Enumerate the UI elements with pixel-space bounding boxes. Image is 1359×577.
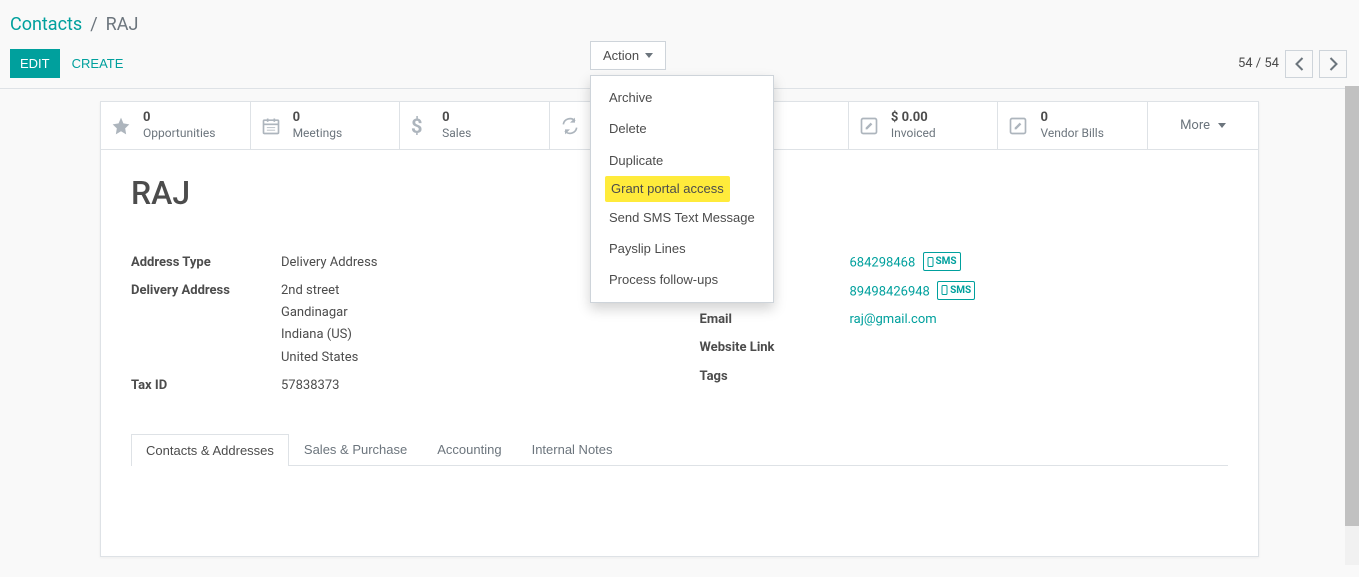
label-website: Website Link xyxy=(700,337,850,359)
label-email: Email xyxy=(700,309,850,331)
edit-button[interactable]: EDIT xyxy=(10,49,60,78)
value-address-type: Delivery Address xyxy=(281,252,378,274)
stat-opportunities-label: Opportunities xyxy=(143,126,215,140)
stat-sales[interactable]: $ 0Sales xyxy=(399,102,549,149)
stat-meetings[interactable]: 0Meetings xyxy=(250,102,400,149)
stat-opportunities-value: 0 xyxy=(143,110,150,125)
toolbar: EDIT CREATE Action Archive Delete Duplic… xyxy=(0,41,1359,89)
pencil-square-icon xyxy=(859,116,881,136)
fields-right: Phone 684298468 SMS Mobile 894984269 xyxy=(700,252,1229,403)
breadcrumb-sep: / xyxy=(90,14,97,35)
sms-label: SMS xyxy=(936,253,957,270)
pager: 54 / 54 xyxy=(1238,50,1347,78)
action-payslip-lines[interactable]: Payslip Lines xyxy=(591,233,773,264)
value-delivery-address: 2nd street Gandinagar Indiana (US) Unite… xyxy=(281,280,358,368)
mobile-icon xyxy=(927,257,934,267)
action-button[interactable]: Action xyxy=(590,41,666,70)
scrollbar[interactable] xyxy=(1345,86,1359,565)
stat-vendor-label: Vendor Bills xyxy=(1040,126,1103,140)
action-send-sms[interactable]: Send SMS Text Message xyxy=(591,202,773,233)
value-mobile[interactable]: 89498426948 xyxy=(850,284,930,299)
label-delivery-address: Delivery Address xyxy=(131,280,281,368)
dollar-icon: $ xyxy=(410,116,432,136)
action-label: Action xyxy=(603,48,639,63)
chevron-left-icon xyxy=(1295,57,1304,71)
stat-invoiced-label: Invoiced xyxy=(891,126,936,140)
stat-meetings-label: Meetings xyxy=(293,126,343,140)
value-state: Indiana (US) xyxy=(281,324,358,346)
action-delete[interactable]: Delete xyxy=(591,113,773,144)
label-tax-id: Tax ID xyxy=(131,375,281,397)
stat-sales-value: 0 xyxy=(442,110,449,125)
chevron-right-icon xyxy=(1329,57,1338,71)
refresh-icon xyxy=(560,116,582,136)
sms-button-mobile[interactable]: SMS xyxy=(937,281,975,300)
sms-label: SMS xyxy=(950,282,971,299)
pager-prev-button[interactable] xyxy=(1285,50,1313,78)
value-email[interactable]: raj@gmail.com xyxy=(850,312,937,327)
stat-sales-label: Sales xyxy=(442,126,471,140)
action-dropdown-menu: Archive Delete Duplicate Grant portal ac… xyxy=(590,75,774,303)
action-duplicate[interactable]: Duplicate xyxy=(591,145,773,176)
stat-invoiced[interactable]: $ 0.00Invoiced xyxy=(848,102,998,149)
pager-text: 54 / 54 xyxy=(1238,56,1279,71)
tab-contacts-addresses[interactable]: Contacts & Addresses xyxy=(131,434,289,466)
stat-more-label: More xyxy=(1180,118,1210,133)
tab-accounting[interactable]: Accounting xyxy=(422,433,516,465)
tab-sales-purchase[interactable]: Sales & Purchase xyxy=(289,433,422,465)
mobile-icon xyxy=(941,285,948,295)
chevron-down-icon xyxy=(1218,123,1226,128)
action-grant-portal-access[interactable]: Grant portal access xyxy=(605,176,730,201)
pencil-square-icon xyxy=(1008,116,1030,136)
tab-content xyxy=(131,466,1228,526)
calendar-icon xyxy=(261,116,283,136)
create-button[interactable]: CREATE xyxy=(60,49,136,78)
fields-left: Address Type Delivery Address Delivery A… xyxy=(131,252,660,403)
action-dropdown-wrap: Action Archive Delete Duplicate Grant po… xyxy=(590,41,666,70)
action-archive[interactable]: Archive xyxy=(591,82,773,113)
action-process-followups[interactable]: Process follow-ups xyxy=(591,264,773,295)
stat-invoiced-value: $ 0.00 xyxy=(891,110,928,125)
label-address-type: Address Type xyxy=(131,252,281,274)
scrollbar-thumb[interactable] xyxy=(1345,86,1359,526)
label-tags: Tags xyxy=(700,366,850,388)
value-street: 2nd street xyxy=(281,280,358,302)
value-city: Gandinagar xyxy=(281,302,358,324)
chevron-down-icon xyxy=(645,53,653,58)
tab-internal-notes[interactable]: Internal Notes xyxy=(517,433,628,465)
breadcrumb-current: RAJ xyxy=(106,14,139,35)
value-tax-id: 57838373 xyxy=(281,375,339,397)
breadcrumb-parent[interactable]: Contacts xyxy=(10,14,82,35)
star-icon xyxy=(111,116,133,136)
sms-button-phone[interactable]: SMS xyxy=(923,252,961,271)
breadcrumb: Contacts / RAJ xyxy=(0,0,1359,41)
value-country: United States xyxy=(281,347,358,369)
value-phone[interactable]: 684298468 xyxy=(850,256,916,271)
tabs: Contacts & Addresses Sales & Purchase Ac… xyxy=(131,433,1228,466)
stat-opportunities[interactable]: 0Opportunities xyxy=(101,102,250,149)
stat-vendor-value: 0 xyxy=(1040,110,1047,125)
stat-more[interactable]: More xyxy=(1147,102,1258,149)
stat-meetings-value: 0 xyxy=(293,110,300,125)
stat-vendor-bills[interactable]: 0Vendor Bills xyxy=(997,102,1147,149)
pager-next-button[interactable] xyxy=(1319,50,1347,78)
svg-text:$: $ xyxy=(411,116,422,136)
